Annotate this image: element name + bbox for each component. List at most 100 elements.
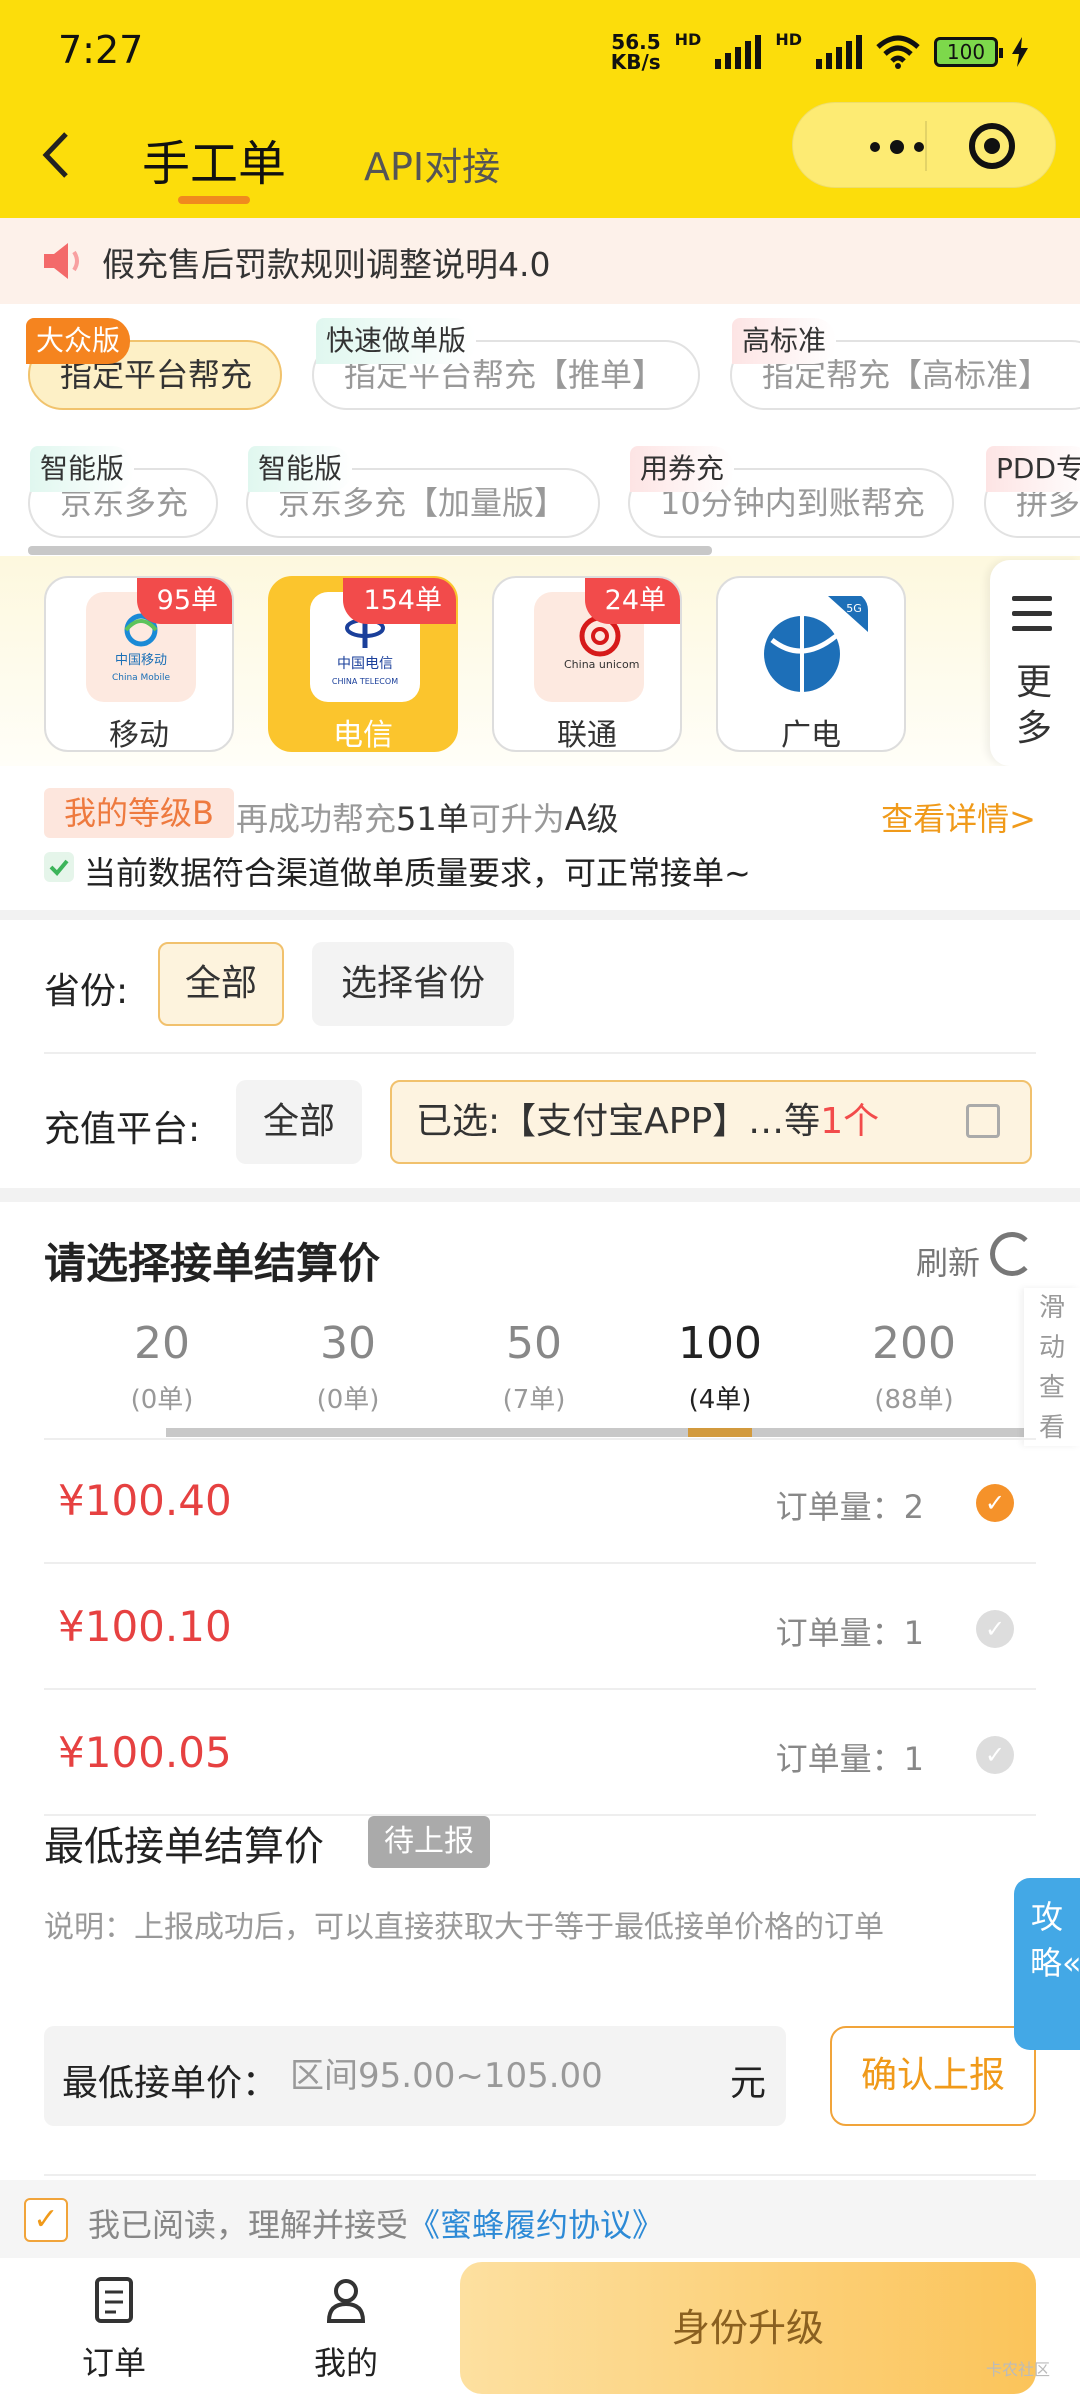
view-details-link[interactable]: 查看详情> xyxy=(881,794,1036,840)
confirm-report-button[interactable]: 确认上报 xyxy=(830,2026,1036,2126)
province-all-button[interactable]: 全部 xyxy=(158,942,284,1026)
min-price-label: 最低接单价： xyxy=(62,2063,279,2104)
quality-ok-text: 当前数据符合渠道做单质量要求，可正常接单~ xyxy=(84,854,751,892)
price-row[interactable]: ¥100.40 订单量：2 ✓ xyxy=(44,1440,1036,1564)
watermark: 卡农社区 xyxy=(986,2360,1051,2379)
slide-hint: 滑动查看 xyxy=(1024,1288,1080,1446)
chip-tag: 智能版 xyxy=(248,446,353,492)
select-province-button[interactable]: 选择省份 xyxy=(312,942,514,1026)
unchecked-icon[interactable]: ✓ xyxy=(976,1736,1014,1774)
svg-text:CHINA TELECOM: CHINA TELECOM xyxy=(332,677,398,686)
order-quantity: 订单量：1 xyxy=(775,1740,924,1778)
signal-icon xyxy=(715,35,762,69)
agreement-checkbox[interactable]: ✓ xyxy=(24,2198,68,2242)
min-price-field: 最低接单价： 元 xyxy=(44,2026,786,2126)
refresh-button[interactable]: 刷新 xyxy=(916,1238,980,1284)
carrier-name: 广电 xyxy=(781,718,841,753)
filter-panel: 省份: 全部 选择省份 充值平台: 全部 已选:【支付宝APP】…等1个 xyxy=(0,920,1080,1188)
order-count-badge: 95单 xyxy=(136,578,232,624)
person-icon xyxy=(326,2279,366,2323)
currency-unit: 元 xyxy=(729,2063,766,2104)
amount-scroll-track xyxy=(166,1428,1024,1437)
amount-option-200[interactable]: 200 (88单) xyxy=(844,1318,984,1416)
price-value: ¥100.40 xyxy=(58,1476,232,1525)
province-label: 省份: xyxy=(44,971,129,1012)
guide-label: 攻略« xyxy=(1030,1898,1080,1982)
guide-floating-button[interactable]: 攻略« xyxy=(1014,1878,1080,2050)
tab-label: 我的 xyxy=(313,2344,378,2382)
min-price-input[interactable] xyxy=(290,2048,710,2104)
platform-all-button[interactable]: 全部 xyxy=(236,1080,362,1164)
tab-manual-order[interactable]: 手工单 xyxy=(142,124,286,194)
upgrade-identity-button[interactable]: 身份升级 xyxy=(460,2262,1036,2394)
amount-option-30[interactable]: 30 (0单) xyxy=(278,1318,418,1416)
menu-icon xyxy=(1012,596,1052,641)
carrier-selector: 中国移动 China Mobile 移动 95单 中国电信 CHINA TELECO… xyxy=(0,556,1080,766)
chip-tag: PDD专 xyxy=(986,446,1080,492)
carrier-broadcast[interactable]: 5G 广电 xyxy=(716,576,906,753)
more-options-button[interactable] xyxy=(869,129,925,159)
tab-mine[interactable]: 我的 xyxy=(286,2276,406,2384)
hd-label-2: HD xyxy=(775,30,802,49)
app-header: 7:27 56.5 KB/s HD HD 100 手工单 API对接 xyxy=(0,0,1080,218)
price-row[interactable]: ¥100.10 订单量：1 ✓ xyxy=(44,1566,1036,1690)
agreement-text: 我已阅读，理解并接受《蜜蜂履约协议》 xyxy=(88,2206,665,2244)
notice-text: 假充售后罚款规则调整说明4.0 xyxy=(102,245,551,284)
agreement-bar: ✓ 我已阅读，理解并接受《蜜蜂履约协议》 xyxy=(0,2180,1080,2258)
platform-selected-text: 已选:【支付宝APP】…等 xyxy=(416,1101,821,1142)
price-value: ¥100.10 xyxy=(58,1602,232,1651)
chip-tag: 用券充 xyxy=(630,446,735,492)
close-mini-program-button[interactable] xyxy=(969,123,1015,169)
order-type-selector: 指定平台帮充 大众版 指定平台帮充【推单】 快速做单版 指定帮充【高标准】 高标… xyxy=(0,304,1080,556)
back-button[interactable] xyxy=(40,130,84,190)
carrier-unicom[interactable]: China unicom 联通 24单 xyxy=(492,576,682,753)
svg-text:中国移动: 中国移动 xyxy=(115,653,167,668)
settlement-panel: 请选择接单结算价 刷新 20 (0单) 30 (0单) 50 (7单) 100 (4单)… xyxy=(0,1202,1080,2180)
settlement-title: 请选择接单结算价 xyxy=(44,1239,381,1288)
price-value: ¥100.05 xyxy=(58,1728,232,1777)
edit-icon xyxy=(966,1104,1000,1138)
refresh-icon[interactable] xyxy=(990,1232,1034,1276)
min-price-description: 说明：上报成功后，可以直接获取大于等于最低接单价格的订单 xyxy=(44,1910,884,1945)
agreement-link[interactable]: 《蜜蜂履约协议》 xyxy=(408,2206,664,2244)
speaker-icon xyxy=(44,243,79,279)
divider xyxy=(44,2174,1036,2176)
amount-selected-indicator xyxy=(688,1428,752,1437)
wifi-icon xyxy=(876,35,920,69)
active-tab-indicator xyxy=(178,196,250,204)
more-carriers-button[interactable]: 更多 xyxy=(990,560,1080,766)
carrier-mobile[interactable]: 中国移动 China Mobile 移动 95单 xyxy=(44,576,234,753)
chip-tag: 智能版 xyxy=(30,446,135,492)
amount-option-20[interactable]: 20 (0单) xyxy=(92,1318,232,1416)
carrier-telecom[interactable]: 中国电信 CHINA TELECOM 电信 154单 xyxy=(268,576,458,753)
unchecked-icon[interactable]: ✓ xyxy=(976,1610,1014,1648)
platform-count: 1个 xyxy=(820,1101,880,1142)
signal-icon-2 xyxy=(816,35,862,69)
amount-option-50[interactable]: 50 (7单) xyxy=(464,1318,604,1416)
carrier-name: 移动 xyxy=(109,718,169,753)
charging-icon xyxy=(1012,37,1028,67)
tab-api[interactable]: API对接 xyxy=(364,136,500,191)
china-broadnet-logo: 5G xyxy=(758,592,868,702)
network-speed: 56.5 KB/s xyxy=(610,30,661,74)
carrier-name: 联通 xyxy=(557,718,617,753)
amount-option-100[interactable]: 100 (4单) xyxy=(650,1318,790,1416)
status-time: 7:27 xyxy=(58,28,144,72)
platform-label: 充值平台: xyxy=(44,1109,201,1150)
platform-selection-field[interactable]: 已选:【支付宝APP】…等1个 xyxy=(390,1080,1032,1164)
ellipsis-icon xyxy=(870,140,924,154)
hd-label: HD xyxy=(674,30,702,49)
order-count-badge: 24单 xyxy=(584,578,680,624)
more-label: 更多 xyxy=(1016,662,1053,749)
price-row[interactable]: ¥100.05 订单量：1 ✓ xyxy=(44,1692,1036,1816)
tab-orders[interactable]: 订单 xyxy=(54,2276,174,2384)
divider xyxy=(44,1052,1036,1054)
svg-text:China Mobile: China Mobile xyxy=(112,673,171,683)
order-count-badge: 154单 xyxy=(343,578,456,624)
mini-program-capsule xyxy=(792,102,1056,188)
status-bar: 7:27 56.5 KB/s HD HD 100 xyxy=(0,0,1080,100)
notice-bar[interactable]: 假充售后罚款规则调整说明4.0 xyxy=(0,218,1080,304)
level-badge: 我的等级B xyxy=(44,788,234,838)
order-quantity: 订单量：1 xyxy=(775,1614,924,1652)
checked-icon[interactable]: ✓ xyxy=(976,1484,1014,1522)
